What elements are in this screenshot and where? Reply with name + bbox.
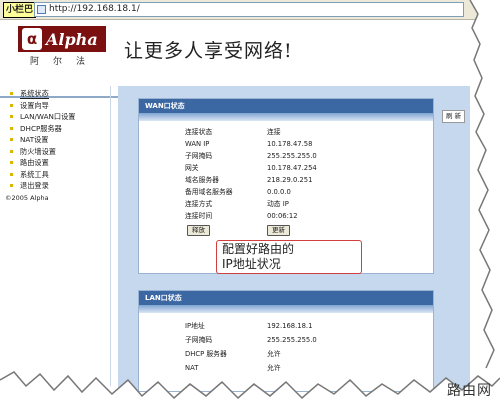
screenshot: 小栏巴 http://192.168.18.1/ α Alpha 阿尔法 让更多…	[0, 0, 500, 406]
watermark: 路由网	[447, 383, 492, 399]
torn-edge-decoration	[0, 0, 500, 406]
